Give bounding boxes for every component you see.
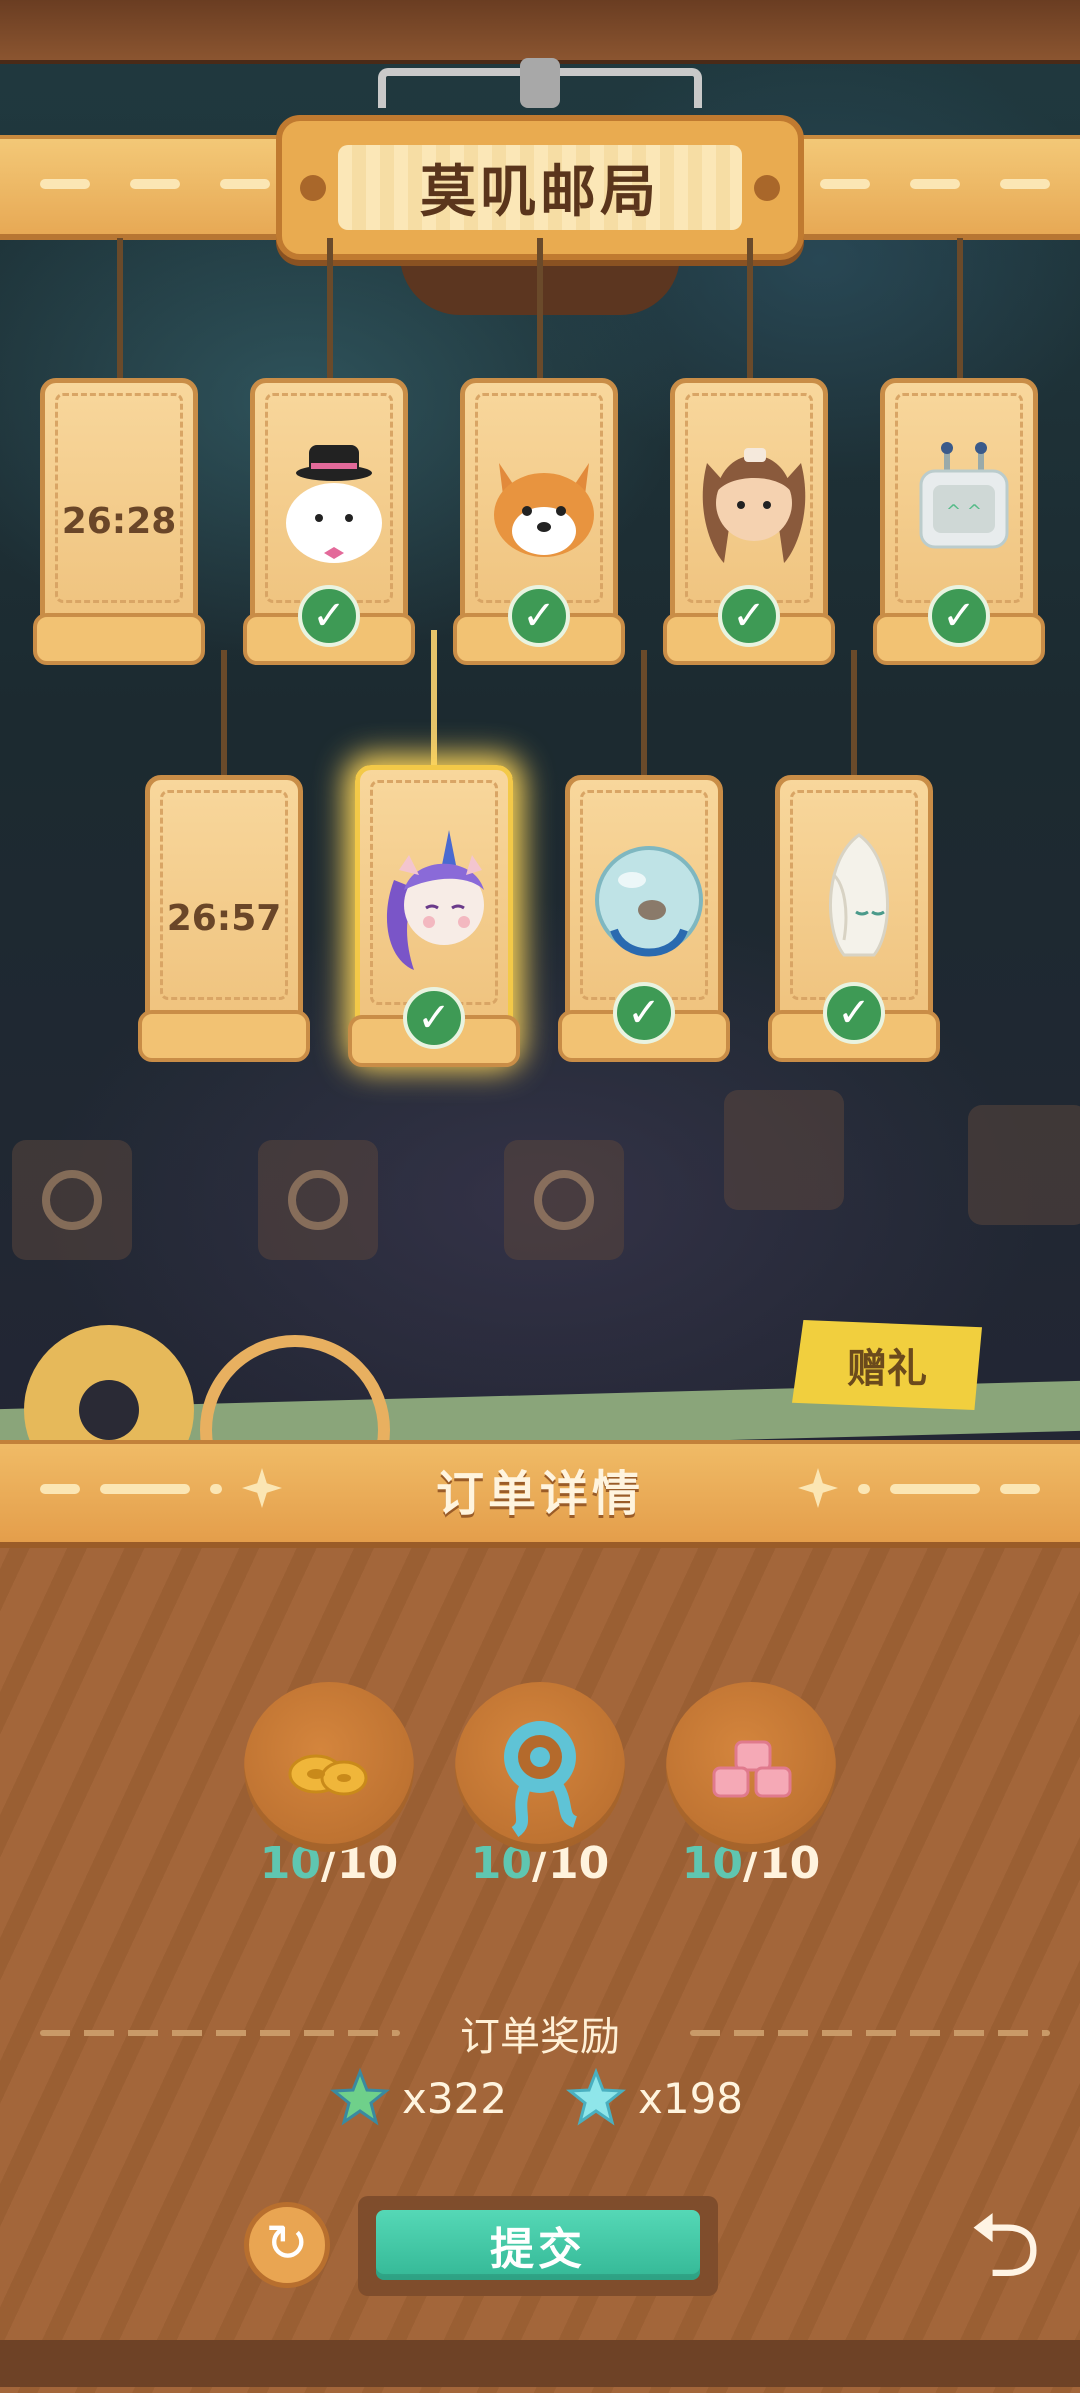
crate (258, 1140, 378, 1260)
order-card-hamster-ball[interactable]: ✓ (558, 775, 730, 1062)
reward-green-star: x322 (330, 2068, 507, 2128)
order-card-flower-spirit[interactable]: ✓ (768, 775, 940, 1062)
crate (12, 1140, 132, 1260)
reward-amount: x198 (638, 2073, 744, 2123)
svg-text:^ ^: ^ ^ (946, 501, 982, 522)
crate (504, 1140, 624, 1260)
completed-check-icon: ✓ (928, 585, 990, 647)
hanger-hook (520, 58, 560, 108)
order-card-timer[interactable]: 26:57 (138, 775, 310, 1062)
completed-check-icon: ✓ (718, 585, 780, 647)
crate (724, 1090, 844, 1210)
white-flower-spirit-portrait (829, 833, 889, 957)
cookie-icon (288, 1754, 368, 1796)
shiba-dog-portrait (494, 463, 594, 557)
completed-check-icon: ✓ (508, 585, 570, 647)
submit-button[interactable]: 提交 (376, 2210, 700, 2280)
order-card-bunny[interactable]: ✓ (663, 378, 835, 665)
order-card-unicorn-selected[interactable]: ✓ (348, 765, 520, 1067)
required-item-cookie[interactable]: 10/10 (244, 1682, 414, 1889)
seal-with-top-hat-portrait (286, 445, 382, 563)
gift-button[interactable]: 赠礼 (792, 1320, 982, 1410)
order-card-seal[interactable]: ✓ (243, 378, 415, 665)
refresh-button[interactable]: ↻ (244, 2202, 330, 2288)
page-title: 莫叽邮局 (338, 145, 742, 230)
cyan-star-icon (566, 2068, 626, 2126)
completed-check-icon: ✓ (823, 982, 885, 1044)
robot-portrait: ^ ^ (919, 442, 1009, 549)
required-item-pink-candy[interactable]: 10/10 (666, 1682, 836, 1889)
top-beam (0, 0, 1080, 64)
bunny-girl-portrait (702, 448, 806, 563)
back-button[interactable]: ⮌ (950, 2196, 1060, 2296)
order-details-title: 订单详情 (435, 1466, 644, 1522)
right-rail (780, 135, 1080, 240)
reward-amount: x322 (402, 2073, 508, 2123)
hamster-ball-portrait (595, 846, 703, 957)
left-rail (0, 135, 300, 240)
completed-check-icon: ✓ (613, 982, 675, 1044)
blue-swirl-icon (504, 1721, 578, 1837)
submit-button-frame: 提交 (358, 2196, 718, 2296)
reward-cyan-star: x198 (566, 2068, 743, 2128)
pink-candy-icon (712, 1740, 792, 1798)
order-timer: 26:57 (166, 898, 282, 939)
crate (968, 1105, 1080, 1225)
completed-check-icon: ✓ (298, 585, 360, 647)
bottom-frame (0, 2340, 1080, 2387)
screw-icon (300, 175, 326, 201)
screw-icon (754, 175, 780, 201)
unicorn-portrait (386, 830, 484, 970)
order-reward-title: 订单奖励 (460, 2014, 620, 2060)
order-card-timer[interactable]: 26:28 (33, 378, 205, 665)
completed-check-icon: ✓ (403, 987, 465, 1049)
order-card-shiba[interactable]: ✓ (453, 378, 625, 665)
required-item-blue-swirl[interactable]: 10/10 (455, 1682, 625, 1889)
green-star-icon (330, 2068, 390, 2126)
order-card-robot[interactable]: ^ ^ ✓ (873, 378, 1045, 665)
order-timer: 26:28 (61, 501, 177, 542)
